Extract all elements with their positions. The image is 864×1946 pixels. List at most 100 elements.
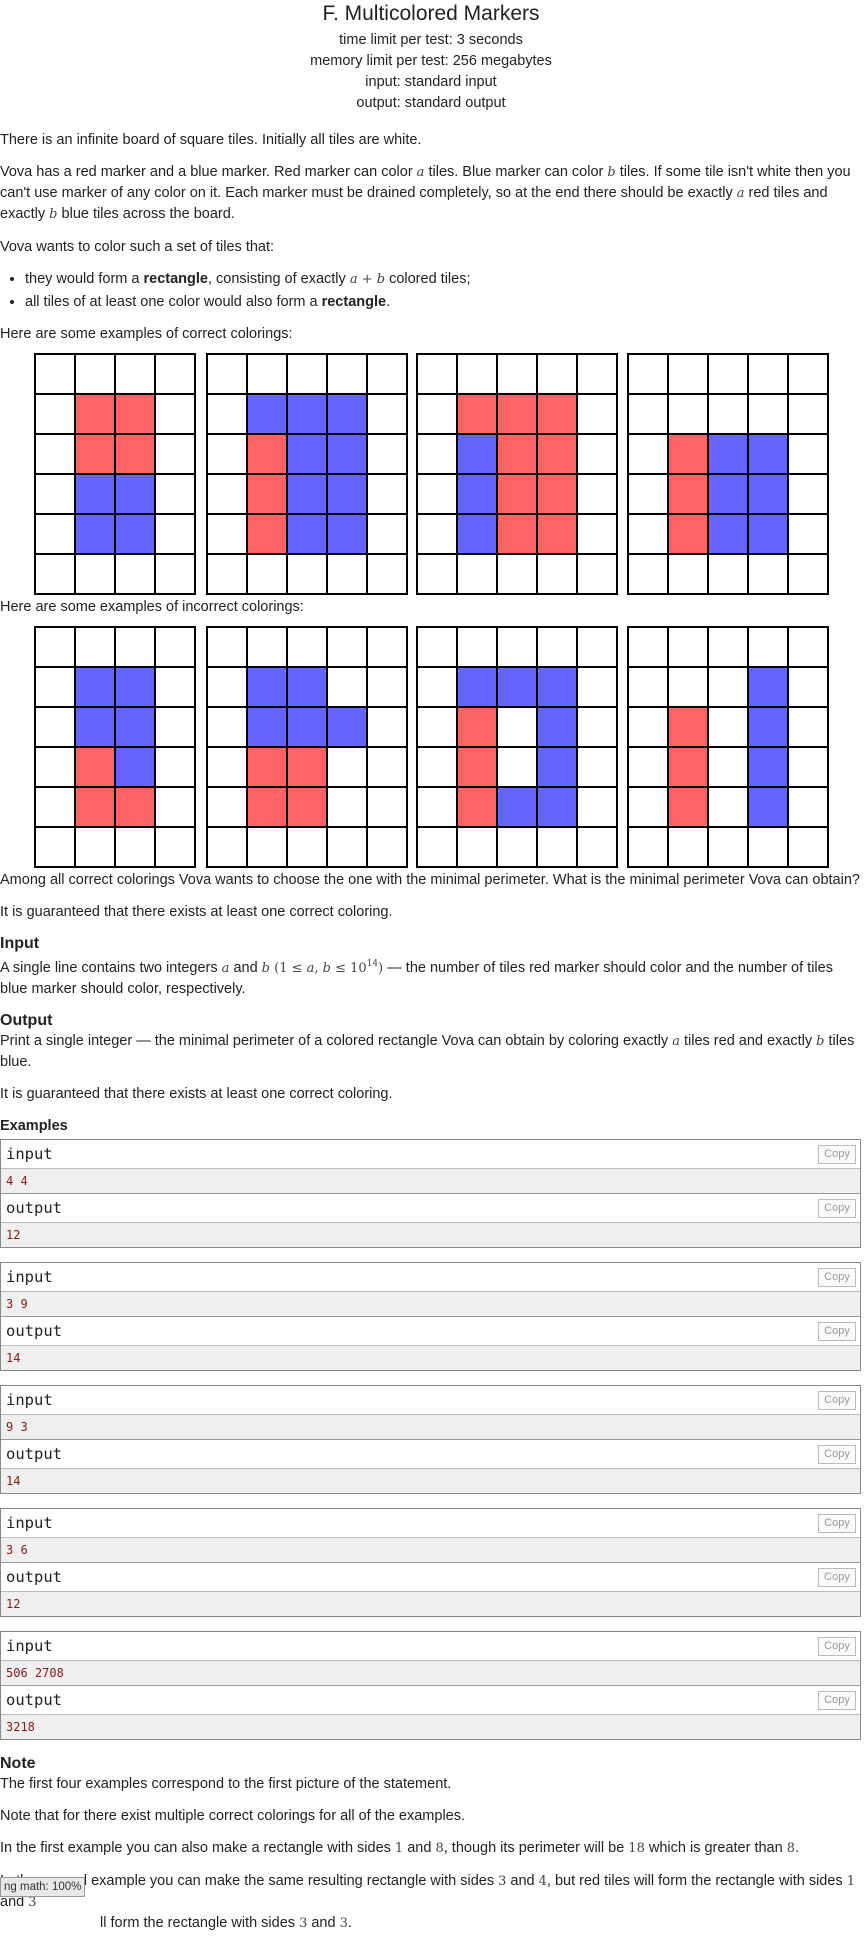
blue-tile bbox=[286, 473, 328, 515]
white-tile bbox=[627, 393, 669, 435]
input-label: input bbox=[6, 1513, 53, 1532]
white-tile bbox=[787, 433, 829, 475]
copy-output-button[interactable]: Copy bbox=[818, 1198, 856, 1218]
red-tile bbox=[496, 513, 538, 555]
output-file: output: standard output bbox=[356, 95, 506, 111]
blue-tile bbox=[286, 706, 328, 748]
red-tile bbox=[74, 433, 116, 475]
problem-statement: There is an infinite board of square til… bbox=[0, 130, 862, 922]
white-tile bbox=[536, 626, 578, 668]
blue-tile bbox=[707, 513, 749, 555]
blue-tile bbox=[747, 706, 789, 748]
output-label: output bbox=[6, 1690, 62, 1709]
copy-input-button[interactable]: Copy bbox=[818, 1513, 856, 1533]
white-tile bbox=[34, 473, 76, 515]
note-text: Note that for there exist multiple corre… bbox=[0, 1807, 466, 1824]
text: ll form the rectangle with sides bbox=[100, 1914, 300, 1931]
sample-test: input Copy 4 4 output Copy 12 bbox=[0, 1138, 861, 1248]
red-tile bbox=[496, 393, 538, 435]
blue-tile bbox=[74, 513, 116, 555]
white-tile bbox=[74, 553, 116, 595]
statement-paragraph: Vova has a red marker and a blue marker.… bbox=[0, 162, 862, 225]
output-header: output Copy bbox=[1, 1439, 860, 1469]
white-tile bbox=[576, 433, 618, 475]
white-tile bbox=[34, 353, 76, 395]
white-tile bbox=[416, 786, 458, 828]
correct-coloring-grid bbox=[34, 353, 196, 595]
math: b bbox=[261, 960, 270, 976]
copy-input-button[interactable]: Copy bbox=[818, 1390, 856, 1410]
blue-tile bbox=[456, 513, 498, 555]
red-tile bbox=[456, 786, 498, 828]
copy-input-button[interactable]: Copy bbox=[818, 1144, 856, 1164]
white-tile bbox=[154, 513, 196, 555]
statement-paragraph: There is an infinite board of square til… bbox=[0, 132, 422, 148]
copy-output-button[interactable]: Copy bbox=[818, 1444, 856, 1464]
white-tile bbox=[707, 666, 749, 708]
white-tile bbox=[416, 626, 458, 668]
white-tile bbox=[496, 353, 538, 395]
sample-output: 3218 bbox=[1, 1714, 860, 1739]
white-tile bbox=[366, 433, 408, 475]
white-tile bbox=[747, 826, 789, 868]
white-tile bbox=[34, 786, 76, 828]
white-tile bbox=[627, 473, 669, 515]
sample-output: 12 bbox=[1, 1591, 860, 1616]
white-tile bbox=[627, 353, 669, 395]
output-header: output Copy bbox=[1, 1685, 860, 1715]
red-tile bbox=[246, 746, 288, 788]
correct-coloring-grid bbox=[627, 353, 829, 595]
input-label: input bbox=[6, 1636, 53, 1655]
blue-tile bbox=[496, 786, 538, 828]
red-tile bbox=[74, 786, 116, 828]
output-text: It is guaranteed that there exists at le… bbox=[0, 1085, 393, 1102]
math-renderer-status[interactable]: ng math: 100% bbox=[0, 1877, 86, 1897]
problem-limits: time limit per test: 3 seconds memory li… bbox=[0, 30, 862, 114]
test-list: input Copy 4 4 output Copy 12 input Copy 3 9 outp… bbox=[0, 1138, 862, 1740]
text: . bbox=[794, 1839, 800, 1856]
blue-tile bbox=[74, 666, 116, 708]
white-tile bbox=[576, 473, 618, 515]
memory-limit: memory limit per test: 256 megabytes bbox=[310, 53, 552, 69]
copy-input-button[interactable]: Copy bbox=[818, 1636, 856, 1656]
white-tile bbox=[246, 826, 288, 868]
text: , but red tiles will form the rectangle … bbox=[546, 1872, 847, 1889]
white-tile bbox=[576, 786, 618, 828]
incorrect-coloring-grid bbox=[627, 626, 829, 868]
copy-input-button[interactable]: Copy bbox=[818, 1267, 856, 1287]
white-tile bbox=[576, 666, 618, 708]
blue-tile bbox=[326, 393, 368, 435]
white-tile bbox=[366, 786, 408, 828]
white-tile bbox=[667, 826, 709, 868]
copy-output-button[interactable]: Copy bbox=[818, 1690, 856, 1710]
white-tile bbox=[34, 513, 76, 555]
text: which is greater than bbox=[644, 1839, 787, 1856]
white-tile bbox=[416, 666, 458, 708]
text: , consisting of exactly bbox=[207, 271, 350, 287]
white-tile bbox=[34, 746, 76, 788]
white-tile bbox=[416, 706, 458, 748]
white-tile bbox=[34, 553, 76, 595]
copy-output-button[interactable]: Copy bbox=[818, 1567, 856, 1587]
math: 8 bbox=[786, 1840, 795, 1856]
blue-tile bbox=[74, 473, 116, 515]
white-tile bbox=[74, 353, 116, 395]
list-item: they would form a rectangle, consisting … bbox=[25, 269, 862, 290]
math: 1 bbox=[846, 1873, 855, 1889]
white-tile bbox=[747, 553, 789, 595]
red-tile bbox=[496, 433, 538, 475]
white-tile bbox=[747, 353, 789, 395]
copy-output-button[interactable]: Copy bbox=[818, 1321, 856, 1341]
blue-tile bbox=[286, 433, 328, 475]
red-tile bbox=[667, 513, 709, 555]
white-tile bbox=[206, 393, 248, 435]
white-tile bbox=[576, 513, 618, 555]
math: a bbox=[672, 1033, 680, 1049]
white-tile bbox=[576, 626, 618, 668]
red-tile bbox=[114, 393, 156, 435]
white-tile bbox=[114, 553, 156, 595]
blue-tile bbox=[707, 433, 749, 475]
blue-tile bbox=[747, 513, 789, 555]
white-tile bbox=[627, 706, 669, 748]
red-tile bbox=[246, 786, 288, 828]
